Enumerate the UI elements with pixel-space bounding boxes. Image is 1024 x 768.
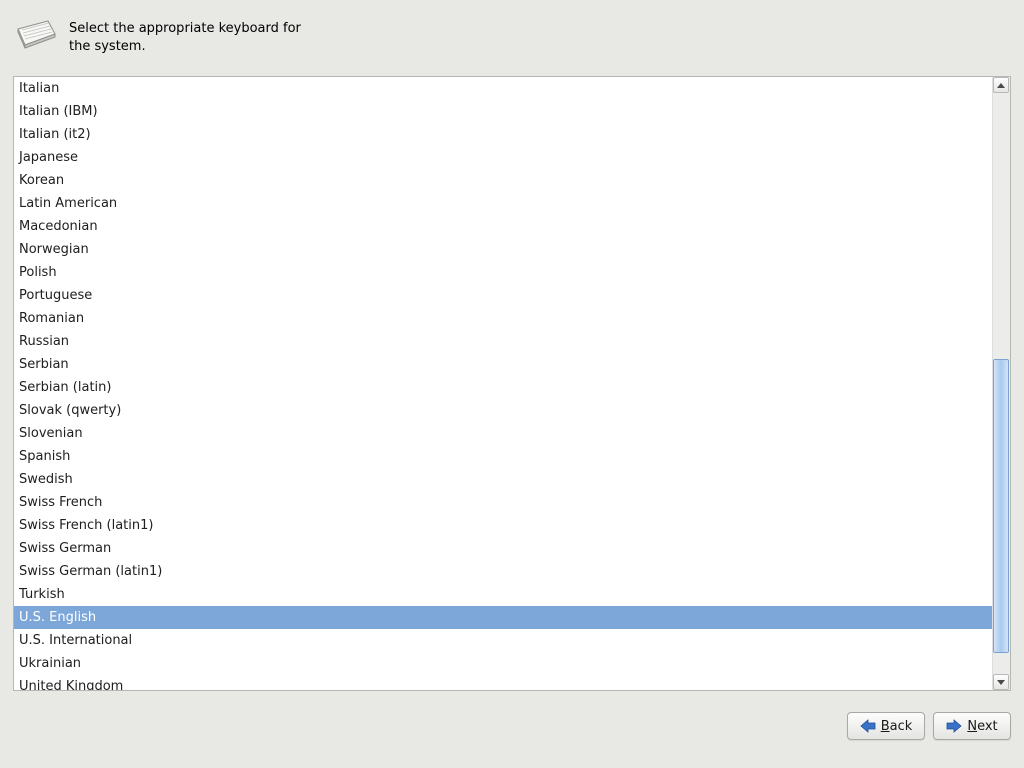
- list-item-label: Portuguese: [19, 288, 92, 303]
- list-item-label: Swiss French (latin1): [19, 518, 153, 533]
- header-row: Select the appropriate keyboard for the …: [15, 18, 309, 55]
- list-item-label: Norwegian: [19, 242, 89, 257]
- list-item[interactable]: Turkish: [14, 583, 993, 606]
- list-item-label: U.S. English: [19, 610, 96, 625]
- next-button[interactable]: Next: [933, 712, 1011, 740]
- list-item-label: Swiss French: [19, 495, 102, 510]
- list-item[interactable]: Italian (it2): [14, 123, 993, 146]
- instruction-text: Select the appropriate keyboard for the …: [69, 18, 309, 55]
- list-item-label: Swiss German: [19, 541, 111, 556]
- list-item[interactable]: Swiss German (latin1): [14, 560, 993, 583]
- scroll-down-button[interactable]: [993, 674, 1009, 690]
- list-item[interactable]: Ukrainian: [14, 652, 993, 675]
- list-item-label: Russian: [19, 334, 69, 349]
- list-item-label: Ukrainian: [19, 656, 81, 671]
- list-item-label: United Kingdom: [19, 679, 123, 690]
- scroll-up-button[interactable]: [993, 77, 1009, 93]
- list-item-label: Romanian: [19, 311, 84, 326]
- scrollbar-thumb[interactable]: [993, 359, 1009, 653]
- keyboard-list-frame: Italian Italian (IBM) Italian (it2) Japanes…: [13, 76, 1011, 691]
- list-item[interactable]: U.S. International: [14, 629, 993, 652]
- list-item-label: Slovenian: [19, 426, 83, 441]
- next-button-label: Next: [967, 719, 997, 734]
- list-item[interactable]: United Kingdom: [14, 675, 993, 690]
- list-item[interactable]: Swedish: [14, 468, 993, 491]
- list-item-label: Spanish: [19, 449, 70, 464]
- list-item-label: U.S. International: [19, 633, 132, 648]
- list-item-label: Polish: [19, 265, 57, 280]
- list-item[interactable]: Norwegian: [14, 238, 993, 261]
- list-item[interactable]: Polish: [14, 261, 993, 284]
- list-item[interactable]: Korean: [14, 169, 993, 192]
- keyboard-list[interactable]: Italian Italian (IBM) Italian (it2) Japanes…: [14, 77, 993, 690]
- chevron-up-icon: [997, 83, 1005, 88]
- vertical-scrollbar[interactable]: [992, 77, 1010, 690]
- list-item[interactable]: Swiss French (latin1): [14, 514, 993, 537]
- list-item[interactable]: U.S. English: [14, 606, 993, 629]
- list-item[interactable]: Serbian (latin): [14, 376, 993, 399]
- list-item-label: Serbian (latin): [19, 380, 111, 395]
- list-item[interactable]: Swiss German: [14, 537, 993, 560]
- list-item[interactable]: Italian (IBM): [14, 100, 993, 123]
- list-item[interactable]: Japanese: [14, 146, 993, 169]
- list-item[interactable]: Romanian: [14, 307, 993, 330]
- list-item-label: Italian: [19, 81, 59, 96]
- list-item[interactable]: Swiss French: [14, 491, 993, 514]
- list-item[interactable]: Latin American: [14, 192, 993, 215]
- list-item[interactable]: Spanish: [14, 445, 993, 468]
- list-item[interactable]: Slovenian: [14, 422, 993, 445]
- list-item[interactable]: Italian: [14, 77, 993, 100]
- list-item[interactable]: Slovak (qwerty): [14, 399, 993, 422]
- list-item-label: Italian (IBM): [19, 104, 98, 119]
- back-button[interactable]: Back: [847, 712, 925, 740]
- list-item-label: Italian (it2): [19, 127, 91, 142]
- list-item-label: Swiss German (latin1): [19, 564, 162, 579]
- navigation-buttons: Back Next: [847, 712, 1011, 740]
- list-item-label: Latin American: [19, 196, 117, 211]
- list-item[interactable]: Macedonian: [14, 215, 993, 238]
- list-item-label: Korean: [19, 173, 64, 188]
- arrow-right-icon: [946, 719, 962, 733]
- list-item[interactable]: Portuguese: [14, 284, 993, 307]
- chevron-down-icon: [997, 680, 1005, 685]
- back-button-label: Back: [881, 719, 913, 734]
- list-item-label: Serbian: [19, 357, 69, 372]
- list-item-label: Slovak (qwerty): [19, 403, 121, 418]
- list-item[interactable]: Russian: [14, 330, 993, 353]
- list-item-label: Macedonian: [19, 219, 98, 234]
- list-item[interactable]: Serbian: [14, 353, 993, 376]
- arrow-left-icon: [860, 719, 876, 733]
- keyboard-icon: [15, 18, 57, 50]
- list-item-label: Swedish: [19, 472, 73, 487]
- list-item-label: Turkish: [19, 587, 65, 602]
- list-item-label: Japanese: [19, 150, 78, 165]
